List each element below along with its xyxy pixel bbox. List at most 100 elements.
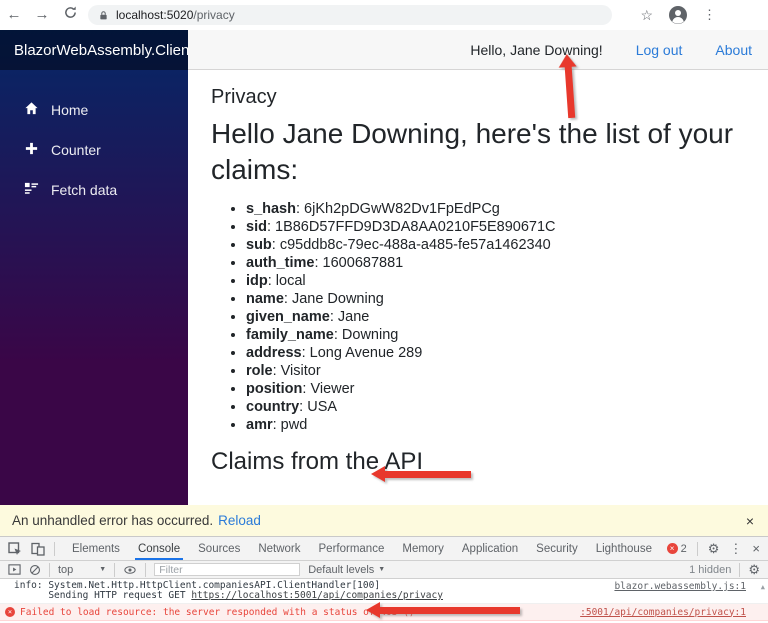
console-info-text: info: System.Net.Http.HttpClient.compani… <box>14 580 443 601</box>
devtools-settings-gear-icon[interactable]: ⚙ <box>708 542 720 555</box>
url-host: localhost:5020 <box>116 8 194 22</box>
claims-heading: Hello Jane Downing, here's the list of y… <box>211 118 734 186</box>
devtools-tab-bar: Elements Console Sources Network Performance… <box>0 537 768 561</box>
browser-chrome: ← → localhost:5020/privacy ☆ ⋮ <box>0 0 768 30</box>
sidebar-item-label: Counter <box>51 142 101 158</box>
claim-item: sub: c95ddb8c-79ec-488a-a485-fe57a146234… <box>246 236 748 254</box>
lock-icon <box>100 10 107 19</box>
claim-key: auth_time <box>246 254 315 271</box>
devtools-tab-sources[interactable]: Sources <box>189 537 249 560</box>
address-bar[interactable]: localhost:5020/privacy <box>88 5 612 25</box>
clear-console-icon[interactable] <box>29 564 41 576</box>
reload-link[interactable]: Reload <box>218 513 261 528</box>
claim-item: amr: pwd <box>246 416 748 434</box>
devtools-tab-memory[interactable]: Memory <box>393 537 453 560</box>
main-content: Privacy Hello Jane Downing, here's the l… <box>188 71 768 505</box>
devtools-tab-elements[interactable]: Elements <box>63 537 129 560</box>
error-bar-close-icon[interactable]: × <box>746 513 754 529</box>
sidebar-item-label: Fetch data <box>51 182 118 198</box>
devtools-tab-network[interactable]: Network <box>249 537 309 560</box>
sidebar-nav: Home Counter Fetch data <box>0 70 188 210</box>
frame-context-value: top <box>58 563 74 576</box>
claim-item: role: Visitor <box>246 362 748 380</box>
error-message: An unhandled error has occurred. <box>12 513 214 528</box>
user-greeting: Hello, Jane Downing! <box>470 41 603 58</box>
claim-key: given_name <box>246 308 330 325</box>
claim-key: amr <box>246 416 273 433</box>
devtools-close-icon[interactable]: × <box>752 542 760 555</box>
bookmark-star-icon[interactable]: ☆ <box>640 7 653 24</box>
claim-key: role <box>246 362 273 379</box>
claim-key: sub <box>246 236 272 253</box>
logout-link[interactable]: Log out <box>636 42 683 58</box>
console-info-row: info: System.Net.Http.HttpClient.compani… <box>0 579 768 604</box>
device-toolbar-icon[interactable] <box>31 542 45 556</box>
console-toolbar: top ▼ Default levels ▼ 1 hidden ⚙ <box>0 561 768 579</box>
live-expression-eye-icon[interactable] <box>123 564 137 576</box>
sidebar-item-home[interactable]: Home <box>0 90 188 130</box>
sidebar-item-fetch-data[interactable]: Fetch data <box>0 170 188 210</box>
about-link[interactable]: About <box>715 42 752 58</box>
request-url-link[interactable]: https://localhost:5001/api/companies/pri… <box>191 590 443 601</box>
claim-key: sid <box>246 218 267 235</box>
claim-key: position <box>246 380 303 397</box>
claim-item: address: Long Avenue 289 <box>246 344 748 362</box>
forward-icon[interactable]: → <box>28 0 56 30</box>
hidden-messages-label: 1 hidden <box>689 563 732 576</box>
claim-item: country: USA <box>246 398 748 416</box>
error-icon: × <box>5 607 15 617</box>
list-icon <box>24 181 39 199</box>
caret-down-icon: ▼ <box>378 566 386 573</box>
reload-icon[interactable] <box>56 0 84 30</box>
blazor-error-bar: An unhandled error has occurred. Reload … <box>0 505 768 536</box>
inspect-element-icon[interactable] <box>8 541 22 556</box>
profile-avatar-icon[interactable] <box>669 6 687 24</box>
devtools-tab-security[interactable]: Security <box>527 537 587 560</box>
scrollbar-up-icon[interactable]: ▲ <box>761 583 765 591</box>
console-error-row: × Failed to load resource: the server re… <box>0 604 768 621</box>
claim-item: family_name: Downing <box>246 326 748 344</box>
browser-menu-icon[interactable]: ⋮ <box>703 7 716 23</box>
claim-key: address <box>246 344 302 361</box>
claim-item: sid: 1B86D57FFD9D3DA8AA0210F5E890671C <box>246 218 748 236</box>
frame-context-select[interactable]: top ▼ <box>58 564 106 576</box>
console-error-badge[interactable]: × 2 <box>666 543 687 555</box>
plus-icon <box>24 141 39 159</box>
home-icon <box>24 101 39 119</box>
devtools-tab-performance[interactable]: Performance <box>310 537 394 560</box>
claim-item: given_name: Jane <box>246 308 748 326</box>
back-icon[interactable]: ← <box>0 0 28 30</box>
claim-key: country <box>246 398 300 415</box>
claim-key: idp <box>246 272 268 289</box>
info-source-link[interactable]: blazor.webassembly.js:1 <box>614 581 746 592</box>
claim-key: name <box>246 290 284 307</box>
url-path: /privacy <box>193 8 235 22</box>
console-error-text: Failed to load resource: the server resp… <box>20 606 415 618</box>
error-badge-icon: × <box>666 543 678 554</box>
log-levels-select[interactable]: Default levels ▼ <box>308 564 385 576</box>
claim-item: auth_time: 1600687881 <box>246 254 748 272</box>
api-claims-heading: Claims from the API <box>211 447 424 475</box>
url-text: localhost:5020/privacy <box>116 8 235 22</box>
claim-key: family_name <box>246 326 334 343</box>
claim-item: name: Jane Downing <box>246 290 748 308</box>
sidebar: BlazorWebAssembly.Client Home Counter Fetc… <box>0 30 194 505</box>
devtools-tab-application[interactable]: Application <box>453 537 527 560</box>
console-settings-gear-icon[interactable]: ⚙ <box>748 563 760 576</box>
devtools-panel: Elements Console Sources Network Performance… <box>0 536 768 623</box>
claim-item: idp: local <box>246 272 748 290</box>
devtools-tab-lighthouse[interactable]: Lighthouse <box>587 537 661 560</box>
sidebar-item-label: Home <box>51 102 89 118</box>
error-source-link[interactable]: :5001/api/companies/privacy:1 <box>580 607 746 618</box>
console-sidebar-toggle-icon[interactable] <box>8 563 21 576</box>
caret-down-icon: ▼ <box>99 566 107 573</box>
log-levels-value: Default levels <box>308 563 375 576</box>
devtools-menu-icon[interactable]: ⋮ <box>729 542 742 555</box>
devtools-tab-console[interactable]: Console <box>129 537 189 560</box>
app-topbar: Hello, Jane Downing! Log out About <box>188 30 768 70</box>
app-brand: BlazorWebAssembly.Client <box>0 30 194 70</box>
claims-list: s_hash: 6jKh2pDGwW82Dv1FpEdPCgsid: 1B86D… <box>246 200 748 434</box>
console-filter-input[interactable] <box>154 563 301 576</box>
sidebar-item-counter[interactable]: Counter <box>0 130 188 170</box>
claim-key: s_hash <box>246 200 296 217</box>
